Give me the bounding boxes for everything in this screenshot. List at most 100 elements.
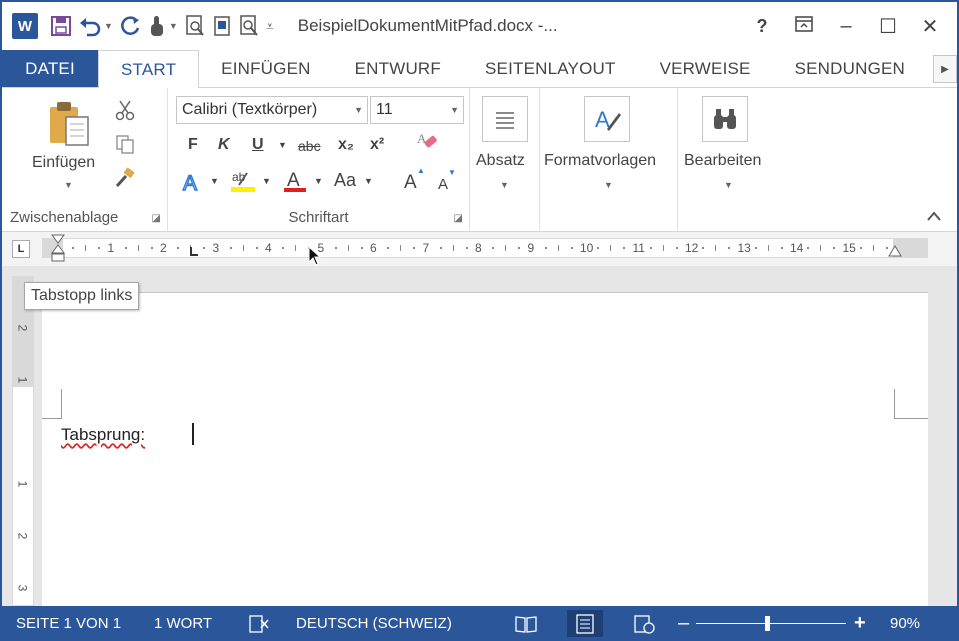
paragraph-label[interactable]: Absatz — [476, 152, 525, 170]
zoom-slider-thumb[interactable] — [764, 616, 770, 631]
ruler-tick — [544, 247, 547, 249]
cut-icon[interactable] — [112, 98, 138, 122]
text-effects-icon[interactable]: A — [178, 168, 208, 196]
document-icon[interactable] — [212, 11, 232, 41]
ruler-tick — [360, 247, 363, 249]
read-mode-icon[interactable] — [508, 610, 544, 637]
left-tab-stop-icon[interactable] — [189, 247, 199, 257]
underline-button[interactable]: U — [252, 136, 264, 154]
tab-file[interactable]: DATEI — [2, 50, 98, 87]
tab-scroll-right-icon[interactable]: ▶ — [933, 55, 957, 83]
zoom-level[interactable]: 90% — [890, 606, 920, 639]
strikethrough-button[interactable]: abc — [298, 138, 321, 154]
touch-dropdown-icon[interactable]: ▼ — [169, 21, 178, 31]
customize-qat-icon[interactable]: ⩡ — [266, 11, 274, 41]
quick-access-toolbar: W ▼ ▼ ⩡ — [2, 2, 280, 50]
tab-references[interactable]: VERWEISE — [638, 50, 773, 87]
undo-icon[interactable]: ▼ — [78, 11, 113, 41]
clipboard-launcher-icon[interactable]: ◪ — [152, 213, 161, 224]
superscript-button[interactable]: x² — [370, 136, 384, 154]
editing-dropdown-icon[interactable]: ▼ — [724, 180, 733, 190]
zoom-slider[interactable] — [696, 623, 846, 624]
highlight-dropdown-icon[interactable]: ▼ — [262, 176, 271, 186]
styles-dropdown-icon[interactable]: ▼ — [604, 180, 613, 190]
first-line-indent-icon[interactable] — [51, 234, 65, 264]
bold-button[interactable]: F — [188, 136, 198, 154]
font-launcher-icon[interactable]: ◪ — [454, 213, 463, 224]
collapse-ribbon-icon[interactable] — [925, 209, 943, 223]
paragraph-dropdown-icon[interactable]: ▼ — [500, 180, 509, 190]
ruler-tick — [649, 247, 652, 249]
tab-selector-button[interactable]: L — [12, 240, 30, 258]
language-status[interactable]: DEUTSCH (SCHWEIZ) — [296, 606, 452, 639]
save-icon[interactable] — [50, 11, 72, 41]
format-painter-icon[interactable] — [112, 166, 138, 190]
grow-font-icon: ▲ — [417, 166, 425, 175]
zoom-out-button[interactable]: – — [678, 606, 689, 639]
paragraph-icon[interactable] — [482, 96, 528, 142]
web-layout-icon[interactable] — [626, 610, 662, 637]
ruler-tick — [780, 247, 783, 249]
change-case-button[interactable]: Aa — [334, 170, 356, 191]
group-editing: Bearbeiten ▼ — [678, 88, 778, 232]
font-name-dropdown-icon[interactable]: ▼ — [354, 105, 363, 115]
document-text[interactable]: Tabsprung: — [61, 425, 145, 445]
ruler-tick — [98, 247, 101, 249]
ruler-tick — [505, 245, 507, 251]
touch-mode-icon[interactable]: ▼ — [147, 11, 178, 41]
horizontal-ruler[interactable]: 1 2 3 4 5 6 7 8 9 10 11 12 13 14 15 — [42, 234, 928, 262]
maximize-button[interactable]: ☐ — [867, 14, 909, 39]
vertical-ruler[interactable]: 2 1 1 2 3 — [12, 276, 34, 606]
proofing-icon[interactable] — [248, 606, 270, 639]
grow-font-button[interactable]: A — [404, 172, 417, 194]
document-page[interactable]: Tabsprung: — [42, 292, 928, 606]
font-color-dropdown-icon[interactable]: ▼ — [314, 176, 323, 186]
redo-icon[interactable] — [119, 11, 141, 41]
copy-icon[interactable] — [112, 132, 138, 156]
minimize-button[interactable]: – — [825, 15, 867, 38]
italic-button[interactable]: K — [218, 136, 230, 154]
clear-formatting-icon[interactable]: A — [414, 128, 442, 156]
font-name-value: Calibri (Textkörper) — [182, 101, 318, 118]
zoom-in-button[interactable]: + — [854, 606, 866, 639]
ruler-number: 8 — [475, 241, 482, 255]
ruler-tick — [715, 245, 717, 251]
document-title: BeispielDokumentMitPfad.docx -... — [297, 16, 558, 35]
ruler-tick — [492, 247, 495, 249]
paste-label[interactable]: Einfügen — [32, 154, 95, 172]
font-name-combobox[interactable]: Calibri (Textkörper) ▼ — [176, 96, 368, 124]
page-count-status[interactable]: SEITE 1 VON 1 — [16, 606, 121, 639]
shrink-font-button[interactable]: A — [438, 176, 448, 193]
svg-text:A: A — [183, 172, 197, 195]
tab-design[interactable]: ENTWURF — [333, 50, 463, 87]
find-binoculars-icon[interactable] — [702, 96, 748, 142]
tab-mailings[interactable]: SENDUNGEN — [773, 50, 927, 87]
right-indent-icon[interactable] — [888, 245, 902, 257]
styles-icon[interactable]: A — [584, 96, 630, 142]
word-app-icon[interactable]: W — [12, 13, 38, 39]
highlight-color-icon[interactable]: ab — [228, 166, 258, 196]
paste-dropdown-icon[interactable]: ▼ — [64, 180, 73, 190]
tab-insert[interactable]: EINFÜGEN — [199, 50, 332, 87]
editing-label[interactable]: Bearbeiten — [684, 152, 761, 170]
tab-page-layout[interactable]: SEITENLAYOUT — [463, 50, 638, 87]
print-layout-icon[interactable] — [567, 610, 603, 637]
search-document-icon[interactable] — [238, 11, 260, 41]
font-color-icon[interactable]: A — [280, 166, 310, 196]
font-size-dropdown-icon[interactable]: ▼ — [450, 105, 459, 115]
underline-dropdown-icon[interactable]: ▼ — [278, 140, 287, 150]
change-case-dropdown-icon[interactable]: ▼ — [364, 176, 373, 186]
close-button[interactable]: ✕ — [909, 14, 951, 39]
document-area: 2 1 1 2 3 Tabsprung: — [2, 266, 957, 606]
help-button[interactable]: ? — [741, 16, 783, 37]
styles-label[interactable]: Formatvorlagen — [544, 152, 656, 170]
tab-start[interactable]: START — [98, 50, 200, 88]
ribbon-display-options-icon[interactable] — [783, 15, 825, 38]
subscript-button[interactable]: x₂ — [338, 136, 354, 154]
paste-icon[interactable] — [44, 98, 94, 150]
undo-dropdown-icon[interactable]: ▼ — [104, 21, 113, 31]
word-count-status[interactable]: 1 WORT — [154, 606, 212, 639]
print-preview-icon[interactable] — [184, 11, 206, 41]
font-size-combobox[interactable]: 11 ▼ — [370, 96, 464, 124]
text-effects-dropdown-icon[interactable]: ▼ — [210, 176, 219, 186]
